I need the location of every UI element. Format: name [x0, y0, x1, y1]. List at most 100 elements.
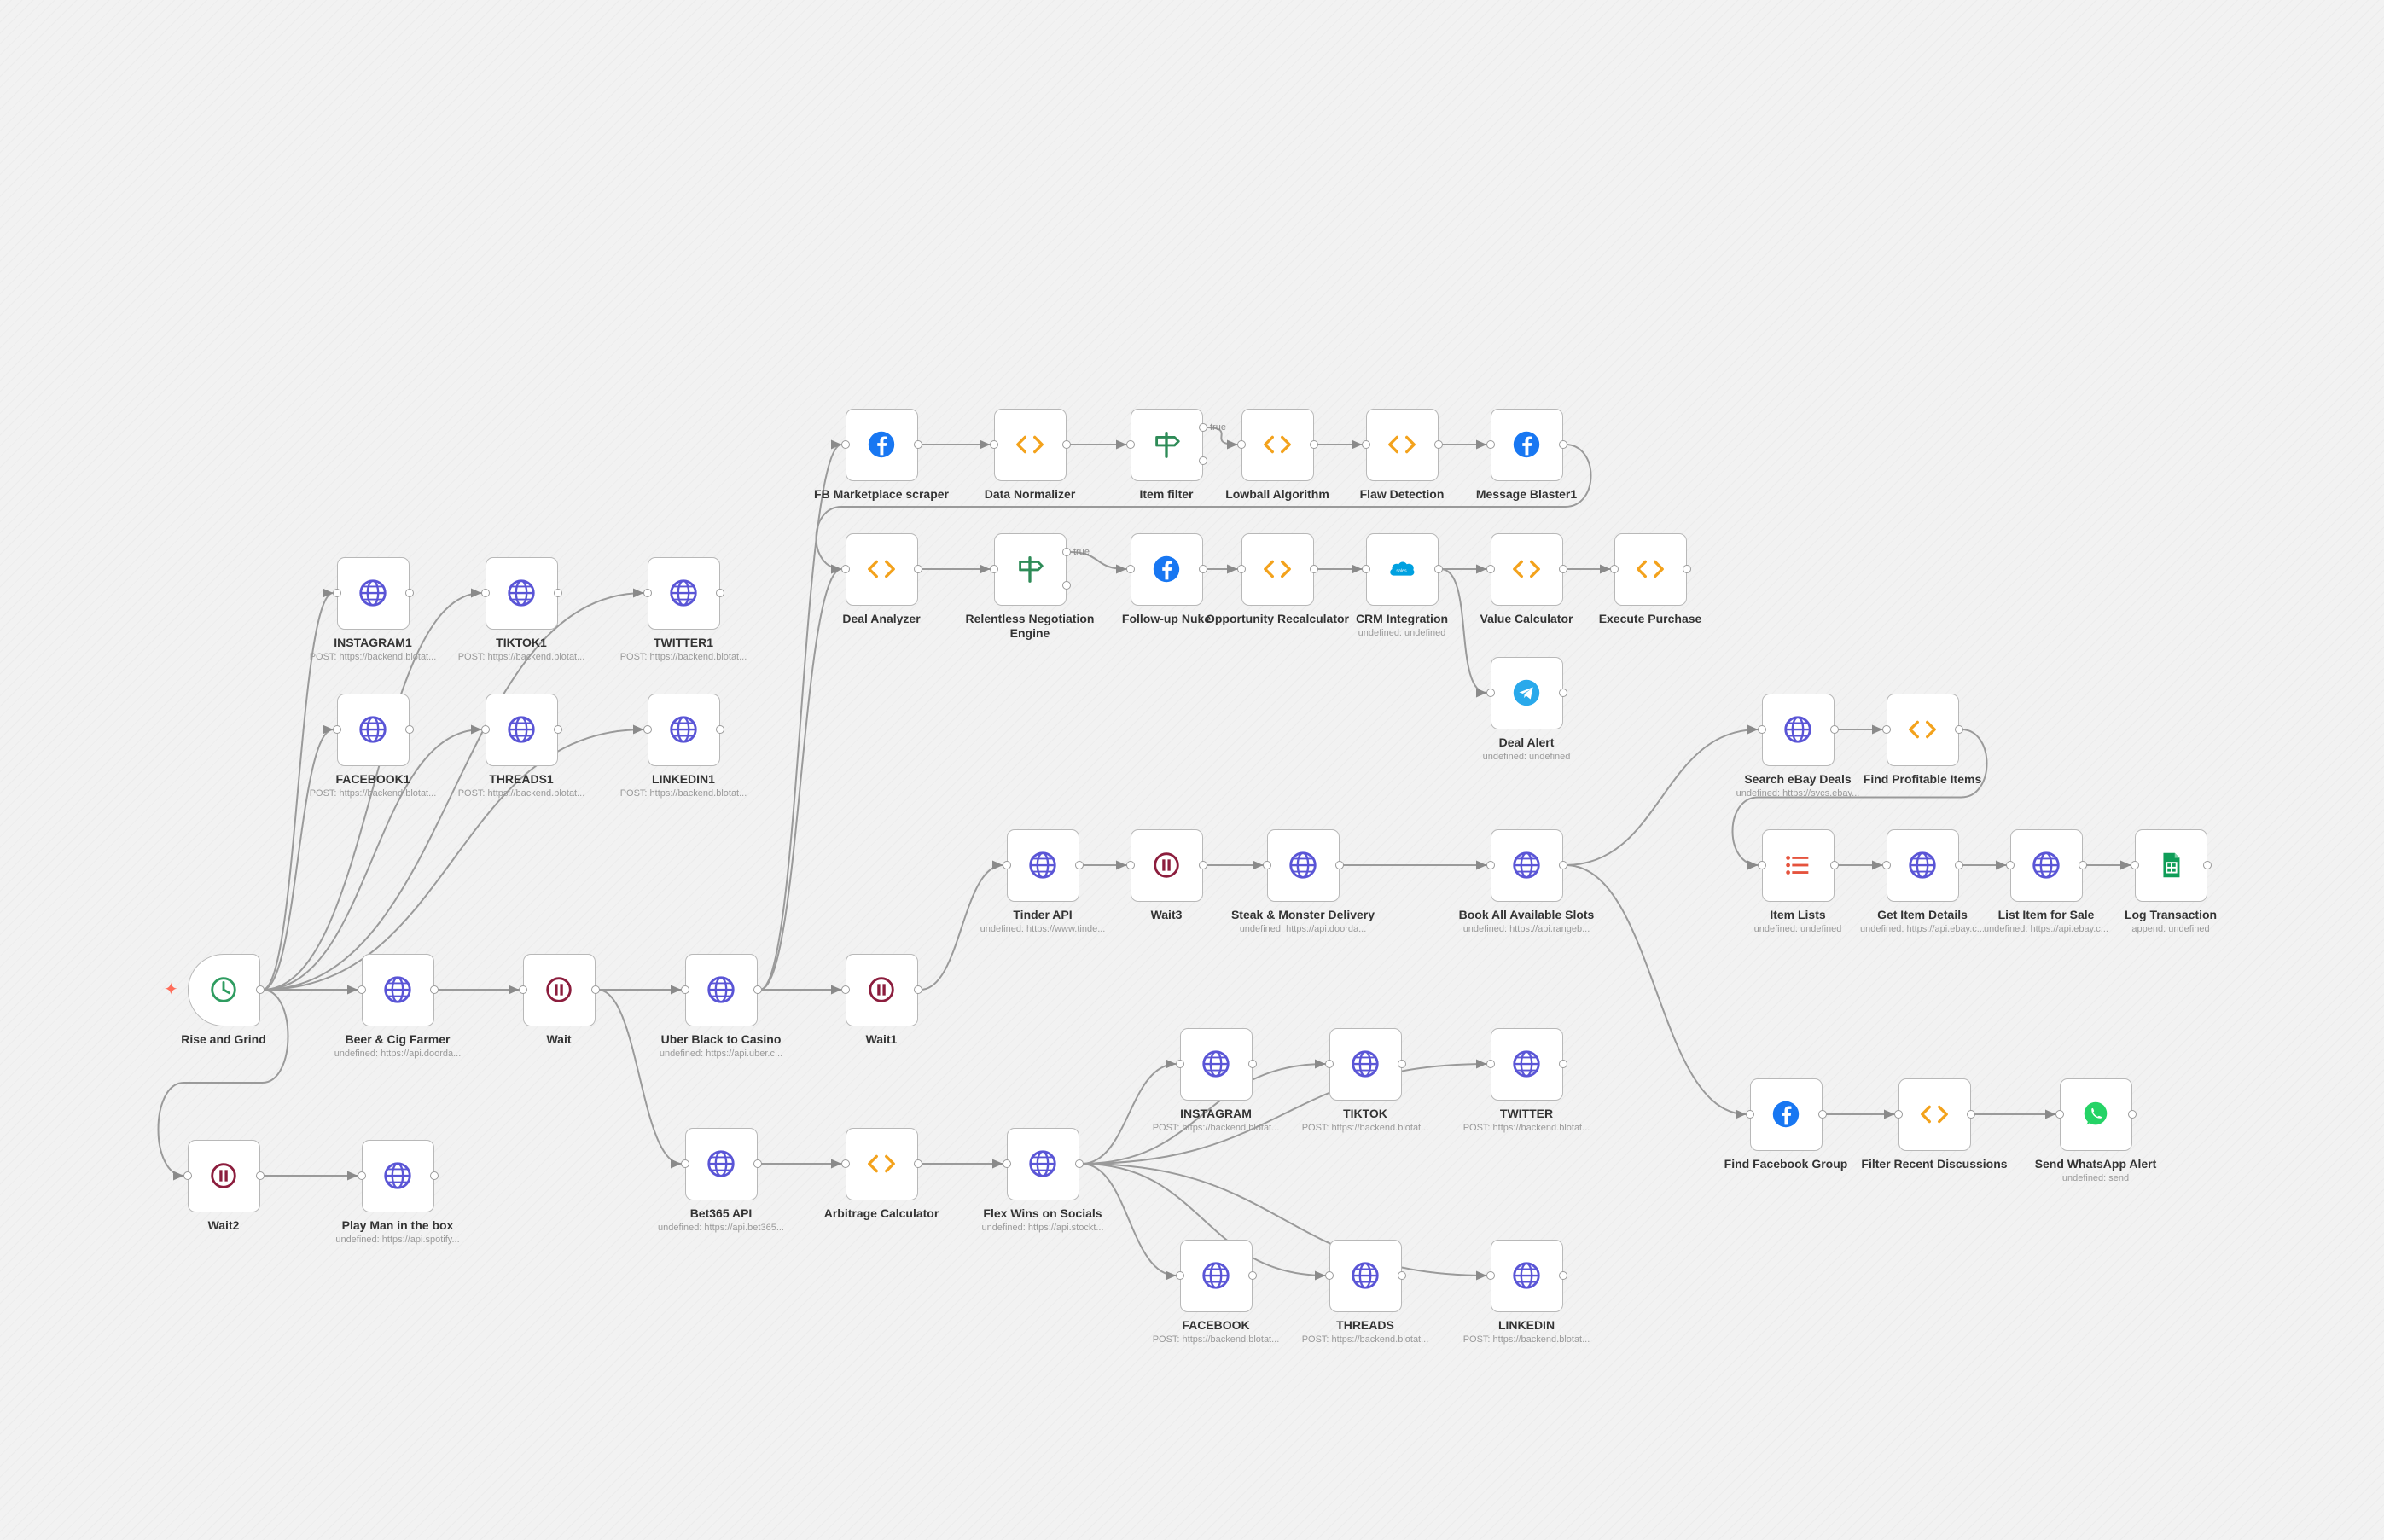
- output-port[interactable]: [1966, 1109, 1975, 1119]
- node-book[interactable]: [1486, 828, 1567, 902]
- output-port[interactable]: [913, 564, 922, 573]
- input-port[interactable]: [332, 588, 341, 597]
- input-port[interactable]: [1361, 564, 1370, 573]
- node-ig[interactable]: [1175, 1027, 1257, 1101]
- output-port[interactable]: [1397, 1059, 1406, 1068]
- output-port[interactable]: [913, 1159, 922, 1168]
- input-port[interactable]: [643, 588, 652, 597]
- output-port[interactable]: [1074, 1159, 1084, 1168]
- node-rise[interactable]: [187, 953, 265, 1026]
- node-li[interactable]: [1486, 1239, 1567, 1312]
- node-wait[interactable]: [518, 953, 600, 1026]
- node-wait3[interactable]: [1125, 828, 1207, 902]
- node-fpi[interactable]: [1881, 693, 1963, 766]
- output-port[interactable]: [429, 985, 439, 994]
- input-port[interactable]: [1262, 860, 1271, 869]
- node-gid[interactable]: [1881, 828, 1963, 902]
- input-port[interactable]: [518, 985, 527, 994]
- input-port[interactable]: [1236, 439, 1246, 449]
- node-opp[interactable]: [1236, 532, 1318, 606]
- output-port[interactable]: [255, 985, 265, 994]
- output-port[interactable]: [1558, 564, 1567, 573]
- connection-rise-fb1[interactable]: [262, 724, 334, 991]
- output-port[interactable]: [1198, 422, 1207, 432]
- node-fb[interactable]: [1175, 1239, 1257, 1312]
- node-tinder[interactable]: [1002, 828, 1084, 902]
- output-port[interactable]: [553, 724, 562, 734]
- output-port[interactable]: [2127, 1109, 2137, 1119]
- node-th[interactable]: [1324, 1239, 1406, 1312]
- input-port[interactable]: [1125, 439, 1135, 449]
- input-port[interactable]: [989, 439, 998, 449]
- input-port[interactable]: [1361, 439, 1370, 449]
- input-port[interactable]: [2130, 860, 2139, 869]
- input-port[interactable]: [1893, 1109, 1903, 1119]
- node-arb[interactable]: [840, 1127, 922, 1200]
- output-port[interactable]: [1309, 564, 1318, 573]
- node-fb1[interactable]: [332, 693, 414, 766]
- node-play[interactable]: [357, 1139, 439, 1212]
- input-port[interactable]: [1745, 1109, 1754, 1119]
- output-port[interactable]: [1433, 439, 1443, 449]
- input-port[interactable]: [1486, 1270, 1495, 1280]
- node-tw[interactable]: [1486, 1027, 1567, 1101]
- output-port[interactable]: [1558, 860, 1567, 869]
- output-port[interactable]: [1433, 564, 1443, 573]
- node-li1[interactable]: [643, 693, 724, 766]
- output-port[interactable]: [1829, 724, 1839, 734]
- input-port[interactable]: [1002, 860, 1011, 869]
- output-port[interactable]: [1309, 439, 1318, 449]
- output-port[interactable]: [1247, 1270, 1257, 1280]
- input-port[interactable]: [357, 985, 366, 994]
- output-port[interactable]: [404, 724, 414, 734]
- input-port[interactable]: [2005, 860, 2015, 869]
- input-port[interactable]: [840, 1159, 850, 1168]
- input-port[interactable]: [2055, 1109, 2064, 1119]
- node-tt1[interactable]: [480, 556, 562, 630]
- node-mb1[interactable]: [1486, 408, 1567, 481]
- input-port[interactable]: [840, 985, 850, 994]
- node-th1[interactable]: [480, 693, 562, 766]
- output-port[interactable]: [1954, 724, 1963, 734]
- output-port[interactable]: [1397, 1270, 1406, 1280]
- output-port[interactable]: [715, 588, 724, 597]
- input-port[interactable]: [480, 588, 490, 597]
- node-wait1[interactable]: [840, 953, 922, 1026]
- node-sed[interactable]: [1757, 693, 1839, 766]
- output-port[interactable]: [404, 588, 414, 597]
- node-flaw[interactable]: [1361, 408, 1443, 481]
- output-port[interactable]: [255, 1171, 265, 1180]
- input-port[interactable]: [1757, 860, 1766, 869]
- node-frd[interactable]: [1893, 1078, 1975, 1151]
- node-bet[interactable]: [680, 1127, 762, 1200]
- output-port[interactable]: [715, 724, 724, 734]
- node-ffg[interactable]: [1745, 1078, 1827, 1151]
- input-port[interactable]: [643, 724, 652, 734]
- input-port[interactable]: [989, 564, 998, 573]
- node-da[interactable]: [840, 532, 922, 606]
- output-port[interactable]: [753, 985, 762, 994]
- output-port[interactable]: [1198, 456, 1207, 465]
- input-port[interactable]: [357, 1171, 366, 1180]
- connection-book-ffg[interactable]: [1565, 864, 1747, 1119]
- node-il[interactable]: [1757, 828, 1839, 902]
- output-port[interactable]: [2078, 860, 2087, 869]
- node-dal[interactable]: [1486, 656, 1567, 729]
- output-port[interactable]: [1061, 439, 1071, 449]
- output-port[interactable]: [1829, 860, 1839, 869]
- output-port[interactable]: [753, 1159, 762, 1168]
- node-fun[interactable]: [1125, 532, 1207, 606]
- input-port[interactable]: [183, 1171, 192, 1180]
- node-log[interactable]: [2130, 828, 2212, 902]
- node-flex[interactable]: [1002, 1127, 1084, 1200]
- node-swa[interactable]: [2055, 1078, 2137, 1151]
- output-port[interactable]: [1954, 860, 1963, 869]
- connection-rise-li1[interactable]: [262, 724, 644, 991]
- node-beer[interactable]: [357, 953, 439, 1026]
- output-port[interactable]: [429, 1171, 439, 1180]
- output-port[interactable]: [1558, 688, 1567, 697]
- input-port[interactable]: [1881, 724, 1891, 734]
- output-port[interactable]: [1817, 1109, 1827, 1119]
- input-port[interactable]: [1609, 564, 1619, 573]
- input-port[interactable]: [1486, 439, 1495, 449]
